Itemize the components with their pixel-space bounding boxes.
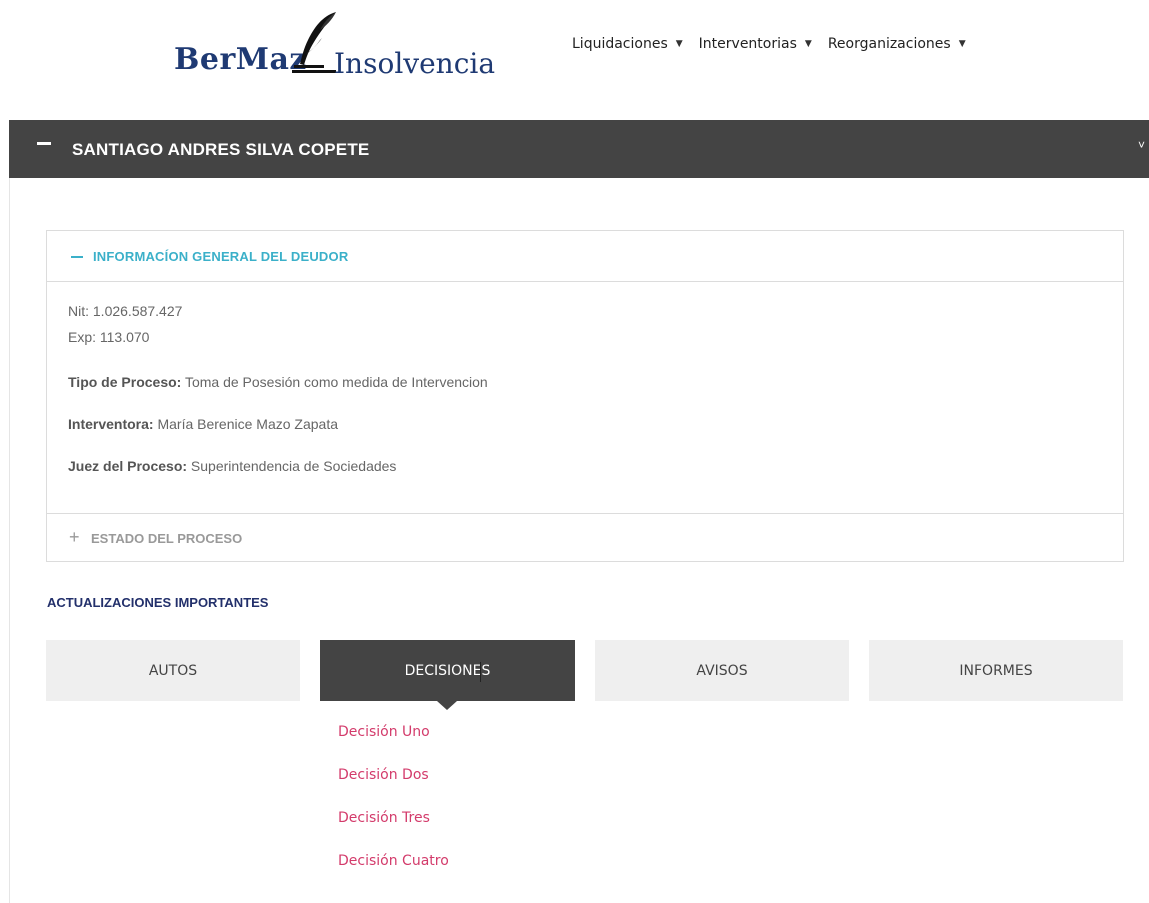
caret-down-icon: ▼ — [958, 39, 966, 49]
dropdown-item-decision-tres[interactable]: Decisión Tres — [338, 810, 430, 826]
interventora-row: Interventora: María Berenice Mazo Zapata — [68, 416, 338, 432]
nav-item-reorganizaciones[interactable]: Reorganizaciones ▼ — [828, 36, 966, 52]
logo-brand-text: BerMaz — [174, 42, 307, 77]
general-info-accordion-header[interactable]: INFORMACÍON GENERAL DEL DEUDOR — [47, 231, 1123, 282]
process-status-heading: ESTADO DEL PROCESO — [91, 531, 243, 546]
nav-item-liquidaciones[interactable]: Liquidaciones ▼ — [572, 36, 683, 52]
text-cursor — [480, 662, 481, 682]
general-info-heading: INFORMACÍON GENERAL DEL DEUDOR — [93, 249, 349, 264]
nav-item-interventorias[interactable]: Interventorias ▼ — [699, 36, 812, 52]
process-type-label: Tipo de Proceso: — [68, 374, 182, 390]
judge-value: Superintendencia de Sociedades — [187, 458, 397, 474]
important-updates-title: ACTUALIZACIONES IMPORTANTES — [47, 595, 269, 610]
logo-suffix-text: Insolvencia — [334, 47, 496, 80]
collapse-minus-icon — [37, 142, 51, 145]
nit-value: Nit: 1.026.587.427 — [68, 303, 183, 319]
tab-informes[interactable]: INFORMES — [869, 640, 1123, 701]
nav-item-label: Liquidaciones — [572, 36, 668, 52]
site-logo[interactable]: BerMaz Insolvencia — [174, 8, 504, 80]
interventora-label: Interventora: — [68, 416, 154, 432]
main-nav: Liquidaciones ▼ Interventorias ▼ Reorgan… — [572, 36, 966, 52]
process-status-accordion-header[interactable]: + ESTADO DEL PROCESO — [47, 513, 1123, 562]
site-header: BerMaz Insolvencia Liquidaciones ▼ Inter… — [0, 0, 1149, 110]
tab-label: AVISOS — [696, 662, 748, 679]
nav-item-label: Interventorias — [698, 36, 797, 52]
nav-item-label: Reorganizaciones — [827, 36, 951, 52]
process-type-row: Tipo de Proceso: Toma de Posesión como m… — [68, 374, 488, 390]
tab-label: AUTOS — [148, 662, 198, 679]
debtor-name: SANTIAGO ANDRES SILVA COPETE — [72, 140, 370, 159]
tab-label: DECISIONES — [404, 662, 491, 679]
chevron-down-icon[interactable]: ˅ — [1138, 138, 1145, 152]
debtor-info-panel: INFORMACÍON GENERAL DEL DEUDOR Nit: 1.02… — [46, 230, 1124, 562]
caret-down-icon: ▼ — [675, 39, 683, 49]
collapse-minus-icon — [71, 256, 83, 258]
judge-row: Juez del Proceso: Superintendencia de So… — [68, 458, 396, 474]
process-type-value: Toma de Posesión como medida de Interven… — [181, 374, 488, 390]
tab-avisos[interactable]: AVISOS — [595, 640, 849, 701]
tab-label: INFORMES — [959, 662, 1033, 679]
tab-decisiones[interactable]: DECISIONES — [320, 640, 575, 701]
expand-plus-icon: + — [69, 527, 80, 547]
exp-value: Exp: 113.070 — [68, 329, 150, 345]
content-left-border — [9, 178, 10, 903]
dropdown-item-decision-cuatro[interactable]: Decisión Cuatro — [338, 853, 449, 869]
tab-autos[interactable]: AUTOS — [46, 640, 300, 701]
interventora-value: María Berenice Mazo Zapata — [153, 416, 338, 432]
judge-label: Juez del Proceso: — [68, 458, 188, 474]
caret-down-icon: ▼ — [804, 39, 812, 49]
active-tab-pointer — [437, 701, 457, 710]
debtor-accordion-header[interactable]: SANTIAGO ANDRES SILVA COPETE ˅ — [9, 120, 1149, 178]
general-info-body: Nit: 1.026.587.427 Exp: 113.070 Tipo de … — [47, 282, 1123, 514]
dropdown-item-decision-uno[interactable]: Decisión Uno — [338, 724, 430, 740]
quill-pen-icon — [292, 12, 336, 73]
dropdown-item-decision-dos[interactable]: Decisión Dos — [338, 767, 429, 783]
